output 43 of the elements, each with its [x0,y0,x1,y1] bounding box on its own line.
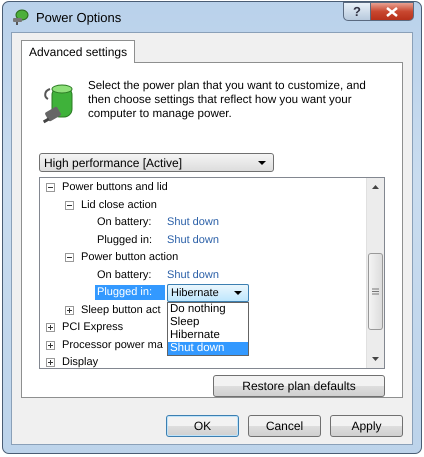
tree-item[interactable]: Lid close action [81,198,157,213]
scroll-thumb[interactable] [368,253,383,330]
dialog-button[interactable]: Cancel [248,415,321,437]
caret-icon [258,160,266,165]
tab[interactable]: Advanced settings [21,40,136,63]
dialog-button[interactable]: OK [166,415,239,437]
tree-item[interactable]: Power buttons and lid [62,180,168,196]
plan-dropdown[interactable]: High performance [Active] [39,152,274,172]
description-text: Select the power plan that you want to customize, and then choose settings that reflect how you want your computer to manage power. [88,79,367,122]
window-title: Power Options [36,10,122,24]
collapse-icon[interactable] [65,253,74,262]
tree-item[interactable]: Processor power ma [62,338,163,353]
restore-defaults-button[interactable]: Restore plan defaults [213,375,385,397]
scroll-down-icon[interactable] [372,357,379,361]
collapse-icon[interactable] [46,183,55,192]
caret-icon [234,290,242,295]
setting-label[interactable]: On battery: [95,215,165,230]
scroll-up-icon[interactable] [372,185,379,190]
close-icon [386,6,398,16]
close-button[interactable] [371,2,414,21]
expand-icon[interactable] [46,323,55,332]
setting-value-link[interactable]: Shut down [167,215,219,230]
dropdown-option[interactable]: Hibernate [168,328,248,342]
tree-item[interactable]: PCI Express [62,320,124,336]
dropdown-option[interactable]: Sleep [168,316,248,329]
setting-value-link[interactable]: Shut down [167,232,219,248]
collapse-icon[interactable] [65,200,74,210]
dropdown-option[interactable]: Do nothing [168,302,248,316]
dialog-button[interactable]: Apply [330,415,403,437]
setting-label[interactable]: On battery: [95,268,165,283]
setting-value-link[interactable]: Shut down [167,268,219,283]
scrollbar[interactable] [366,178,384,368]
tree-item[interactable]: Display [62,355,98,368]
tree-item[interactable]: Sleep button act [81,302,161,318]
expand-icon[interactable] [46,340,55,350]
help-button[interactable]: ? [343,2,371,21]
power-plug-icon [12,9,30,25]
expand-icon[interactable] [46,358,55,368]
setting-label[interactable]: Plugged in: [95,232,165,248]
expand-icon[interactable] [65,306,74,315]
grip-icon [372,288,379,296]
tree-item[interactable]: Power button action [81,250,178,266]
value-dropdown[interactable]: Hibernate [167,284,249,302]
